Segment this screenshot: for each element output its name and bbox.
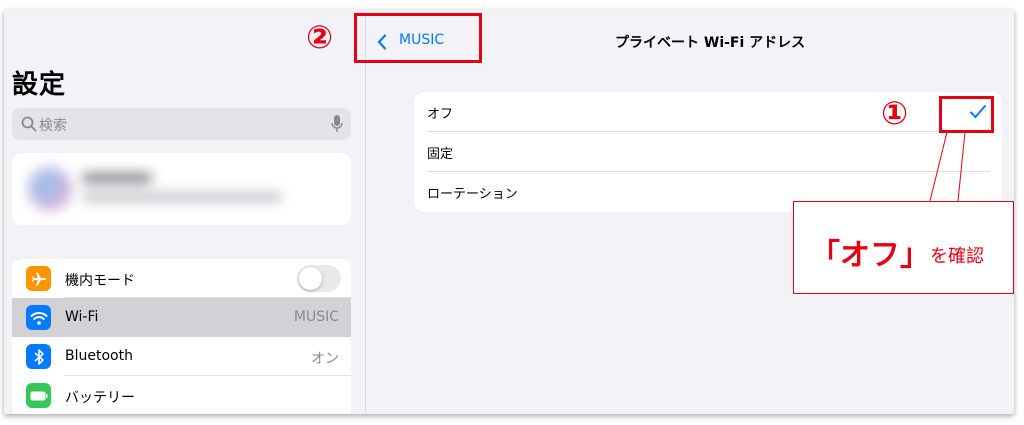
magnifier-icon <box>21 116 37 132</box>
step-2-marker: ② <box>306 18 334 56</box>
sidebar-title: 設定 <box>12 70 67 100</box>
option-label: 固定 <box>427 147 454 162</box>
option-fixed[interactable]: 固定 <box>414 132 1002 172</box>
profile-name-redacted <box>82 173 152 183</box>
sidebar-item-battery[interactable]: バッテリー <box>12 376 351 414</box>
wifi-network-value: MUSIC <box>293 309 339 325</box>
microphone-icon[interactable] <box>331 114 343 134</box>
callout-main-text: 「オフ」 <box>810 238 930 273</box>
page-title: プライベート Wi-Fi アドレス <box>615 35 806 51</box>
option-label: オフ <box>427 107 454 122</box>
step-1-marker: ① <box>881 94 909 132</box>
settings-sidebar: 設定 検索 機内モード Wi-Fi MUSIC Bluetooth オン バッテ… <box>4 10 366 414</box>
search-placeholder: 検索 <box>39 118 67 134</box>
sidebar-item-label: 機内モード <box>65 273 135 289</box>
sidebar-item-label: Bluetooth <box>65 348 133 364</box>
sidebar-item-wifi[interactable]: Wi-Fi MUSIC <box>12 298 351 337</box>
bluetooth-icon <box>26 344 51 369</box>
sidebar-item-airplane-mode[interactable]: 機内モード <box>12 259 351 298</box>
settings-list: 機内モード Wi-Fi MUSIC Bluetooth オン バッテリー <box>12 259 351 414</box>
sidebar-item-label: Wi-Fi <box>65 309 99 325</box>
airplane-mode-toggle[interactable] <box>297 265 341 292</box>
search-field[interactable]: 検索 <box>12 108 351 140</box>
sidebar-item-bluetooth[interactable]: Bluetooth オン <box>12 337 351 376</box>
highlight-checkmark <box>939 96 994 133</box>
sidebar-item-label: バッテリー <box>65 390 135 406</box>
callout-sub-text: を確認 <box>930 246 984 267</box>
option-label: ローテーション <box>427 187 518 202</box>
airplane-icon <box>26 266 51 291</box>
avatar <box>28 167 72 211</box>
private-address-options: オフ 固定 ローテーション <box>414 92 1002 212</box>
blurred-profile <box>12 153 351 225</box>
highlight-back-button <box>354 13 482 63</box>
wifi-icon <box>26 305 51 330</box>
apple-account-card[interactable] <box>12 153 351 225</box>
option-off[interactable]: オフ <box>414 92 1002 132</box>
callout-box: 「オフ」 を確認 <box>793 201 1014 294</box>
battery-icon <box>26 383 51 408</box>
profile-subtitle-redacted <box>82 193 282 201</box>
bluetooth-status-value: オン <box>311 351 339 367</box>
toggle-knob <box>299 267 322 290</box>
